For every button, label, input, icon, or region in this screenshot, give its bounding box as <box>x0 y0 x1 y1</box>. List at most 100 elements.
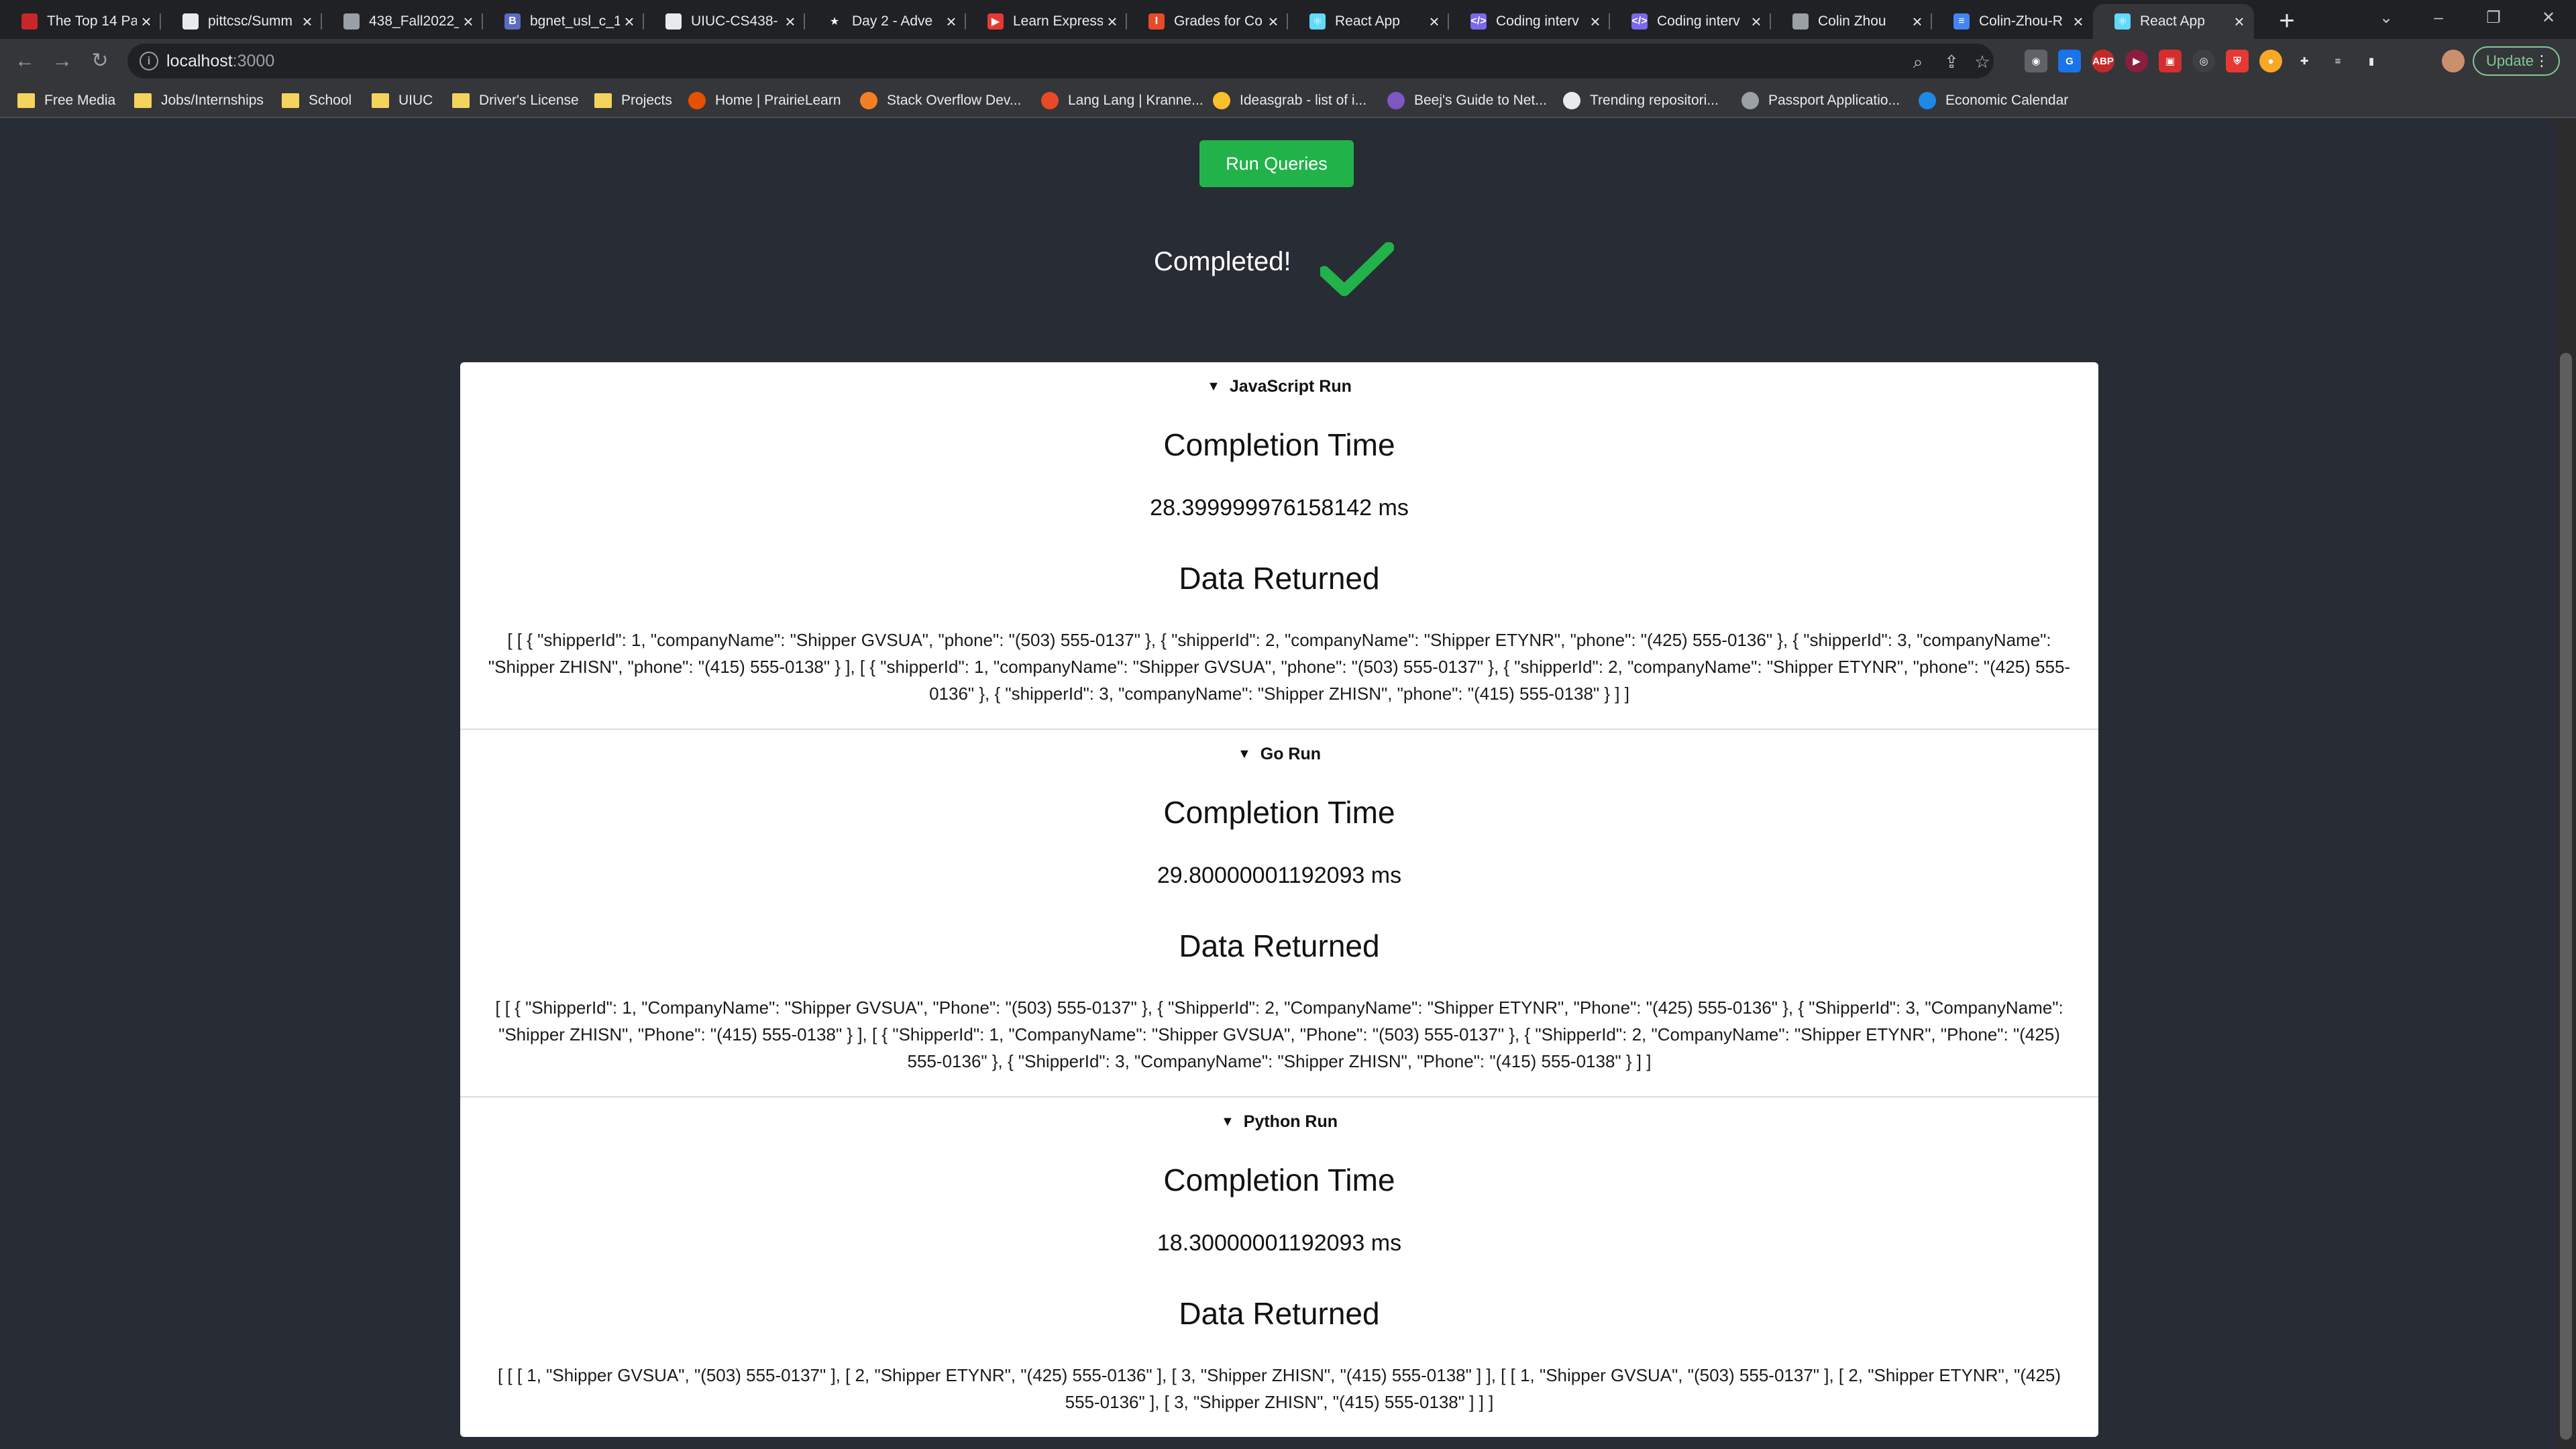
reload-icon[interactable]: ↻ <box>85 46 115 76</box>
bookmark-item[interactable]: Lang Lang | Kranne... <box>1041 90 1203 111</box>
side-panel-icon[interactable]: ▮ <box>2360 50 2383 72</box>
adblock-plus-extension-icon[interactable]: ABP <box>2092 50 2114 72</box>
forward-icon[interactable]: → <box>47 46 78 76</box>
tab-close-icon[interactable]: × <box>1425 12 1444 31</box>
shield-extension-icon[interactable]: ⛨ <box>2226 50 2249 72</box>
tab-close-icon[interactable]: × <box>942 12 961 31</box>
update-button[interactable]: Update ⋮ <box>2473 46 2560 76</box>
bookmark-item[interactable]: UIUC <box>372 90 433 111</box>
bookmark-item[interactable]: Home | PrairieLearn <box>688 90 841 111</box>
python-run-toggle[interactable]: ▼ Python Run <box>460 1112 2098 1132</box>
folder-icon <box>452 93 470 108</box>
browser-tab[interactable]: ★ Day 2 - Adve × <box>805 4 966 39</box>
site-info-icon[interactable]: i <box>140 52 158 70</box>
browser-tab[interactable]: ⚛ React App × <box>1288 4 1449 39</box>
menu-kebab-icon[interactable]: ⋮ <box>2534 48 2549 74</box>
tab-close-icon[interactable]: × <box>1908 12 1927 31</box>
restore-icon[interactable]: ❐ <box>2470 0 2517 39</box>
javascript-run-toggle[interactable]: ▼ JavaScript Run <box>460 377 2098 396</box>
python-run-section: ▼ Python Run Completion Time 18.300000011… <box>460 1097 2098 1437</box>
tab-favicon-icon: ★ <box>826 13 843 30</box>
bookmark-item[interactable]: Trending repositori... <box>1563 90 1719 111</box>
bookmark-item[interactable]: School <box>282 90 352 111</box>
bookmark-item[interactable]: Driver's License <box>452 90 579 111</box>
record-extension-icon[interactable]: ▶ <box>2125 50 2148 72</box>
bookmark-label: Economic Calendar <box>1945 93 2069 108</box>
bookmark-label: Lang Lang | Kranne... <box>1068 93 1203 108</box>
url-text[interactable]: localhost:3000 <box>166 44 274 78</box>
browser-tab[interactable]: Bbgnet_usl_c_1 × <box>483 4 644 39</box>
profile-avatar[interactable] <box>2442 50 2465 72</box>
tab-close-icon[interactable]: × <box>459 12 478 31</box>
tab-close-icon[interactable]: × <box>781 12 800 31</box>
bookmark-star-icon[interactable]: ☆ <box>1971 50 1994 73</box>
go-run-toggle[interactable]: ▼ Go Run <box>460 745 2098 764</box>
zoom-icon[interactable]: ⌕ <box>1907 50 1929 73</box>
bookmark-item[interactable]: Passport Applicatio... <box>1741 90 1900 111</box>
google-translate-extension-icon[interactable]: G <box>2058 50 2081 72</box>
bookmark-item[interactable]: Stack Overflow Dev... <box>860 90 1021 111</box>
browser-tab[interactable]: UIUC-CS438- × <box>644 4 805 39</box>
new-tab-button[interactable]: + <box>2270 4 2304 38</box>
tab-close-icon[interactable]: × <box>1747 12 1766 31</box>
browser-tab[interactable]: </> Coding interv × <box>1610 4 1771 39</box>
bookmark-item[interactable]: Projects <box>594 90 672 111</box>
browser-tab[interactable]: ▶ Learn Express × <box>966 4 1127 39</box>
close-window-icon[interactable]: ✕ <box>2525 0 2572 39</box>
browser-tab[interactable]: 438_Fall2022_ × <box>322 4 483 39</box>
tab-favicon-icon: ▶ <box>987 13 1004 30</box>
minimize-icon[interactable]: – <box>2415 0 2462 39</box>
extensions-puzzle-icon[interactable]: ✚ <box>2293 50 2316 72</box>
tab-favicon-icon <box>665 13 682 30</box>
tab-close-icon[interactable]: × <box>1103 12 1122 31</box>
back-icon[interactable]: ← <box>9 46 40 76</box>
bookmark-item[interactable]: Beej's Guide to Net... <box>1387 90 1547 111</box>
honey-extension-icon[interactable]: ● <box>2259 50 2282 72</box>
data-returned-heading: Data Returned <box>1179 1296 1380 1331</box>
browser-tab[interactable]: I Grades for Co × <box>1127 4 1288 39</box>
run-queries-button[interactable]: Run Queries <box>1199 140 1354 187</box>
completion-time-heading: Completion Time <box>1163 795 1395 830</box>
share-icon[interactable]: ⇪ <box>1940 50 1963 73</box>
section-title: Go Run <box>1260 745 1322 763</box>
tab-close-icon[interactable]: × <box>1264 12 1283 31</box>
target-extension-icon[interactable]: ◎ <box>2192 50 2215 72</box>
bookmark-item[interactable]: Economic Calendar <box>1919 90 2068 111</box>
tab-title: Coding interv <box>1496 13 1579 29</box>
browser-tab[interactable]: pittcsc/Summ × <box>161 4 322 39</box>
tab-favicon-icon: </> <box>1470 13 1487 30</box>
tab-close-icon[interactable]: × <box>137 12 156 31</box>
bookmark-item[interactable]: Free Media <box>17 90 115 111</box>
bookmark-label: Home | PrairieLearn <box>715 93 841 108</box>
browser-tab[interactable]: Colin Zhou × <box>1771 4 1932 39</box>
tab-close-icon[interactable]: × <box>620 12 639 31</box>
screenshot-extension-icon[interactable]: ◉ <box>2025 50 2047 72</box>
tab-close-icon[interactable]: × <box>298 12 317 31</box>
tab-favicon-icon <box>21 13 38 30</box>
media-extension-icon[interactable]: ▣ <box>2159 50 2182 72</box>
bookmark-item[interactable]: Jobs/Internships <box>134 90 264 111</box>
scrollbar-thumb[interactable] <box>2560 353 2572 1440</box>
bookmark-label: Jobs/Internships <box>161 93 264 108</box>
tab-title: Learn Express <box>1013 13 1103 29</box>
tab-title: 438_Fall2022_ <box>369 13 459 29</box>
tab-title: Coding interv <box>1657 13 1740 29</box>
browser-tab[interactable]: ≡ Colin-Zhou-R × <box>1932 4 2093 39</box>
tab-search-icon[interactable]: ⌄ <box>2363 0 2410 39</box>
bookmark-item[interactable]: Ideasgrab - list of i... <box>1213 90 1366 111</box>
folder-icon <box>282 93 299 108</box>
address-bar[interactable]: i localhost:3000 ⌕ ⇪ ☆ <box>127 44 1994 78</box>
tab-close-icon[interactable]: × <box>2230 12 2249 31</box>
completion-time-value: 29.80000001192093 ms <box>1157 863 1402 888</box>
browser-tab[interactable]: ⚛ React App × <box>2093 4 2254 39</box>
browser-tab[interactable]: The Top 14 Pa × <box>0 4 161 39</box>
folder-icon <box>17 93 35 108</box>
tab-close-icon[interactable]: × <box>2069 12 2088 31</box>
page-scrollbar[interactable] <box>2556 118 2576 1449</box>
reading-list-icon[interactable]: ≡ <box>2326 50 2349 72</box>
data-returned-value: [ [ { "shipperId": 1, "companyName": "Sh… <box>488 630 2071 704</box>
bookmark-label: Beej's Guide to Net... <box>1414 93 1547 108</box>
completion-time-heading: Completion Time <box>1163 427 1395 462</box>
browser-tab[interactable]: </> Coding interv × <box>1449 4 1610 39</box>
tab-close-icon[interactable]: × <box>1586 12 1605 31</box>
